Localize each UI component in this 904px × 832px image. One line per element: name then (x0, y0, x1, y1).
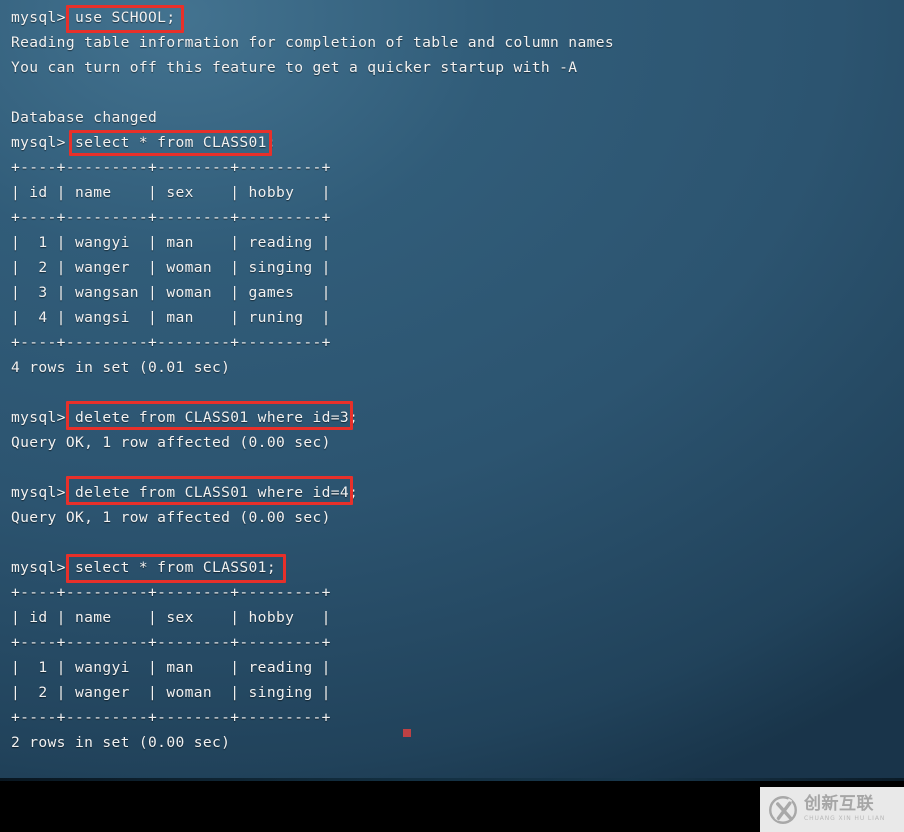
tbl2-row-2: | 2 | wanger | woman | singing | (11, 684, 331, 701)
tbl2-border-mid: +----+---------+--------+---------+ (11, 634, 331, 651)
watermark-panel: 创新互联 CHUANG XIN HU LIAN (760, 787, 904, 832)
blank-2 (11, 380, 891, 405)
tbl1-header: | id | name | sex | hobby | (11, 184, 331, 201)
tbl1-border-bot: +----+---------+--------+---------+ (11, 334, 331, 351)
blank-4 (11, 530, 891, 555)
terminal-window[interactable]: mysql> use SCHOOL; Reading table informat… (0, 0, 904, 778)
out-rows-1: 4 rows in set (0.01 sec) (11, 359, 231, 376)
strip-top-edge (0, 778, 904, 781)
tbl1-row-4: | 4 | wangsi | man | runing | (11, 309, 331, 326)
brand-text: 创新互联 CHUANG XIN HU LIAN (804, 794, 886, 823)
out-query-ok-1: Query OK, 1 row affected (0.00 sec) (11, 434, 331, 451)
blank-3 (11, 455, 891, 480)
tbl2-header: | id | name | sex | hobby | (11, 609, 331, 626)
tbl2-row-1: | 1 | wangyi | man | reading | (11, 659, 331, 676)
blank-1 (11, 80, 891, 105)
tbl2-border-top: +----+---------+--------+---------+ (11, 584, 331, 601)
tbl1-row-2: | 2 | wanger | woman | singing | (11, 259, 331, 276)
cmd-select-2: mysql> select * from CLASS01; (11, 559, 276, 576)
brand-name-cn: 创新互联 (804, 794, 874, 815)
cmd-delete-id4: mysql> delete from CLASS01 where id=4; (11, 484, 359, 501)
tbl2-border-bot: +----+---------+--------+---------+ (11, 709, 331, 726)
red-dot-artifact (403, 729, 411, 737)
out-rows-2: 2 rows in set (0.00 sec) (11, 734, 231, 751)
out-database-changed: Database changed (11, 109, 158, 126)
tbl1-row-3: | 3 | wangsan | woman | games | (11, 284, 331, 301)
terminal-console-output[interactable]: mysql> use SCHOOL; Reading table informat… (11, 5, 891, 755)
out-turn-off-feature: You can turn off this feature to get a q… (11, 59, 578, 76)
tbl1-border-top: +----+---------+--------+---------+ (11, 159, 331, 176)
out-query-ok-2: Query OK, 1 row affected (0.00 sec) (11, 509, 331, 526)
tbl1-border-mid: +----+---------+--------+---------+ (11, 209, 331, 226)
out-reading-table: Reading table information for completion… (11, 34, 614, 51)
brand-logo-icon (769, 795, 797, 824)
brand-name-pinyin: CHUANG XIN HU LIAN (804, 815, 886, 823)
tbl1-row-1: | 1 | wangyi | man | reading | (11, 234, 331, 251)
cmd-delete-id3: mysql> delete from CLASS01 where id=3; (11, 409, 359, 426)
cmd-select-1: mysql> select * from CLASS01; (11, 134, 276, 151)
cmd-use-school: mysql> use SCHOOL; (11, 9, 176, 26)
screenshot-root: mysql> use SCHOOL; Reading table informat… (0, 0, 904, 832)
